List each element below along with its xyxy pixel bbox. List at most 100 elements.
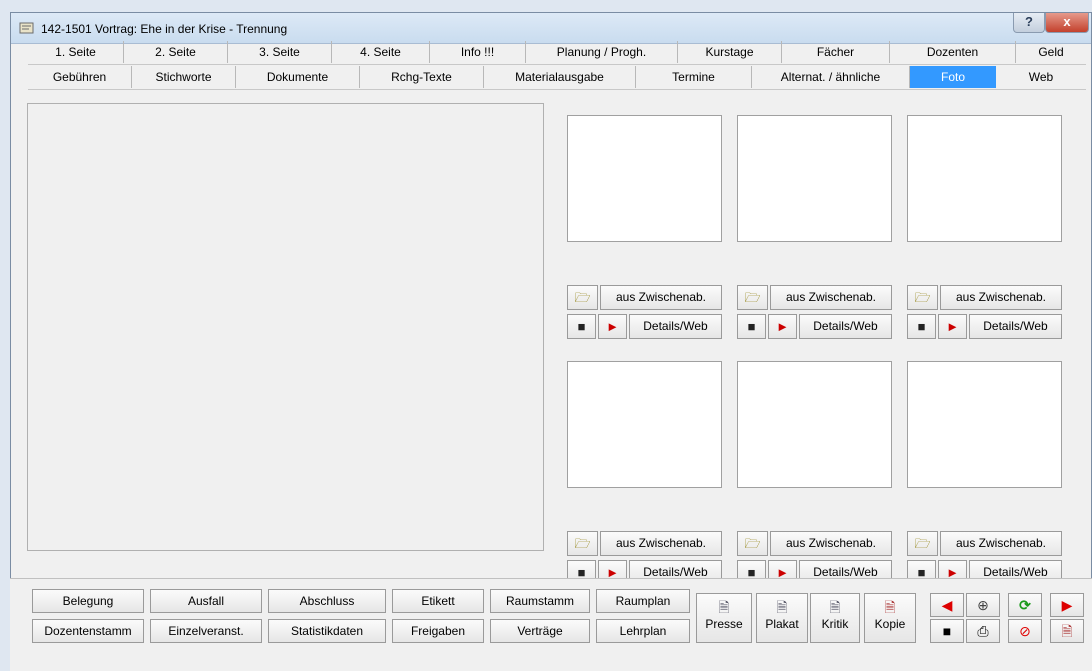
- tab-geld[interactable]: Geld: [1016, 41, 1086, 63]
- trash-icon[interactable]: ■: [930, 619, 964, 643]
- report-icon: 🗎: [776, 599, 788, 615]
- details-web-button[interactable]: Details/Web: [629, 314, 722, 339]
- kritik-button[interactable]: 🗎 Kritik: [810, 593, 860, 643]
- statistikdaten-button[interactable]: Statistikdaten: [268, 619, 386, 643]
- trash-icon: ■: [917, 319, 926, 334]
- trash-icon: ■: [577, 319, 586, 334]
- tab-2-seite[interactable]: 2. Seite: [124, 41, 228, 63]
- photo-thumbnail[interactable]: [737, 361, 892, 488]
- folder-icon: 🗁: [914, 290, 931, 305]
- tab-dozenten[interactable]: Dozenten: [890, 41, 1016, 63]
- etikett-button[interactable]: Etikett: [392, 589, 484, 613]
- export-photo-button[interactable]: ►: [768, 314, 797, 339]
- export-photo-button[interactable]: ►: [598, 314, 627, 339]
- delete-photo-button[interactable]: ■: [737, 314, 766, 339]
- tab-4-seite[interactable]: 4. Seite: [332, 41, 430, 63]
- paste-clipboard-button[interactable]: aus Zwischenab.: [940, 285, 1062, 310]
- photo-slot-2: 🗁 aus Zwischenab. ■ ► Details/Web: [737, 115, 892, 340]
- tab-alternat[interactable]: Alternat. / ähnliche: [752, 66, 910, 88]
- folder-icon: 🗁: [914, 536, 931, 551]
- trash-icon: ■: [747, 319, 756, 334]
- photo-thumbnail[interactable]: [567, 115, 722, 242]
- tab-gebuehren[interactable]: Gebühren: [28, 66, 132, 88]
- window-title: 142-1501 Vortrag: Ehe in der Krise - Tre…: [41, 22, 288, 36]
- details-web-button[interactable]: Details/Web: [799, 314, 892, 339]
- paste-clipboard-button[interactable]: aus Zwischenab.: [940, 531, 1062, 556]
- raumplan-button[interactable]: Raumplan: [596, 589, 690, 613]
- tab-kurstage[interactable]: Kurstage: [678, 41, 782, 63]
- tab-info[interactable]: Info !!!: [430, 41, 526, 63]
- folder-icon: 🗁: [744, 290, 761, 305]
- freigaben-button[interactable]: Freigaben: [392, 619, 484, 643]
- load-photo-button[interactable]: 🗁: [907, 531, 938, 556]
- load-photo-button[interactable]: 🗁: [567, 285, 598, 310]
- abschluss-button[interactable]: Abschluss: [268, 589, 386, 613]
- refresh-icon[interactable]: ⟳: [1008, 593, 1042, 617]
- tab-planung[interactable]: Planung / Progh.: [526, 41, 678, 63]
- delete-photo-button[interactable]: ■: [907, 314, 936, 339]
- cancel-icon[interactable]: ⊘: [1008, 619, 1042, 643]
- arrow-right-icon[interactable]: ▶: [1050, 593, 1084, 617]
- folder-icon: 🗁: [574, 290, 591, 305]
- photo-slot-3: 🗁 aus Zwischenab. ■ ► Details/Web: [907, 115, 1062, 340]
- close-button[interactable]: x: [1045, 13, 1089, 33]
- presse-button[interactable]: 🗎 Presse: [696, 593, 752, 643]
- load-photo-button[interactable]: 🗁: [737, 285, 768, 310]
- tab-termine[interactable]: Termine: [636, 66, 752, 88]
- tab-web[interactable]: Web: [996, 66, 1086, 88]
- photo-slot-4: 🗁 aus Zwischenab. ■ ► Details/Web: [567, 361, 722, 586]
- load-photo-button[interactable]: 🗁: [907, 285, 938, 310]
- kopie-button[interactable]: 🗎 Kopie: [864, 593, 916, 643]
- copy-report-icon: 🗎: [884, 599, 896, 615]
- tab-1-seite[interactable]: 1. Seite: [28, 41, 124, 63]
- ausfall-button[interactable]: Ausfall: [150, 589, 262, 613]
- bottom-toolbar: Belegung Ausfall Abschluss Etikett Raums…: [10, 578, 1092, 671]
- lehrplan-button[interactable]: Lehrplan: [596, 619, 690, 643]
- tab-stichworte[interactable]: Stichworte: [132, 66, 236, 88]
- export-icon: ►: [606, 319, 619, 334]
- export-icon[interactable]: 🗎: [1050, 619, 1084, 643]
- tab-divider: [28, 64, 1086, 65]
- tab-row-1: 1. Seite 2. Seite 3. Seite 4. Seite Info…: [28, 41, 1086, 63]
- tab-foto[interactable]: Foto: [910, 66, 996, 88]
- paste-clipboard-button[interactable]: aus Zwischenab.: [770, 285, 892, 310]
- tab-faecher[interactable]: Fächer: [782, 41, 890, 63]
- photo-thumbnail[interactable]: [567, 361, 722, 488]
- export-photo-button[interactable]: ►: [938, 314, 967, 339]
- app-icon: [19, 22, 34, 34]
- help-button[interactable]: ?: [1013, 13, 1045, 33]
- photo-slot-6: 🗁 aus Zwischenab. ■ ► Details/Web: [907, 361, 1062, 586]
- photo-thumbnail[interactable]: [737, 115, 892, 242]
- photo-thumbnail[interactable]: [907, 115, 1062, 242]
- zoom-icon[interactable]: ⊕: [966, 593, 1000, 617]
- folder-icon: 🗁: [574, 536, 591, 551]
- plakat-button[interactable]: 🗎 Plakat: [756, 593, 808, 643]
- paste-clipboard-button[interactable]: aus Zwischenab.: [600, 531, 722, 556]
- load-photo-button[interactable]: 🗁: [737, 531, 768, 556]
- details-web-button[interactable]: Details/Web: [969, 314, 1062, 339]
- dozentenstamm-button[interactable]: Dozentenstamm: [32, 619, 144, 643]
- photo-thumbnail[interactable]: [907, 361, 1062, 488]
- vertraege-button[interactable]: Verträge: [490, 619, 590, 643]
- load-photo-button[interactable]: 🗁: [567, 531, 598, 556]
- tab-divider: [28, 89, 1086, 90]
- delete-photo-button[interactable]: ■: [567, 314, 596, 339]
- folder-icon: 🗁: [744, 536, 761, 551]
- print-icon[interactable]: ⎙: [966, 619, 1000, 643]
- arrow-left-icon[interactable]: ◀: [930, 593, 964, 617]
- tab-3-seite[interactable]: 3. Seite: [228, 41, 332, 63]
- photo-preview[interactable]: [27, 103, 544, 551]
- export-icon: ►: [946, 319, 959, 334]
- photo-slot-1: 🗁 aus Zwischenab. ■ ► Details/Web: [567, 115, 722, 340]
- tab-row-2: Gebühren Stichworte Dokumente Rchg-Texte…: [28, 66, 1086, 88]
- raumstamm-button[interactable]: Raumstamm: [490, 589, 590, 613]
- paste-clipboard-button[interactable]: aus Zwischenab.: [600, 285, 722, 310]
- paste-clipboard-button[interactable]: aus Zwischenab.: [770, 531, 892, 556]
- belegung-button[interactable]: Belegung: [32, 589, 144, 613]
- tab-materialausgabe[interactable]: Materialausgabe: [484, 66, 636, 88]
- photo-slot-5: 🗁 aus Zwischenab. ■ ► Details/Web: [737, 361, 892, 586]
- tab-dokumente[interactable]: Dokumente: [236, 66, 360, 88]
- einzelveranst-button[interactable]: Einzelveranst.: [150, 619, 262, 643]
- export-icon: ►: [776, 319, 789, 334]
- tab-rchg-texte[interactable]: Rchg-Texte: [360, 66, 484, 88]
